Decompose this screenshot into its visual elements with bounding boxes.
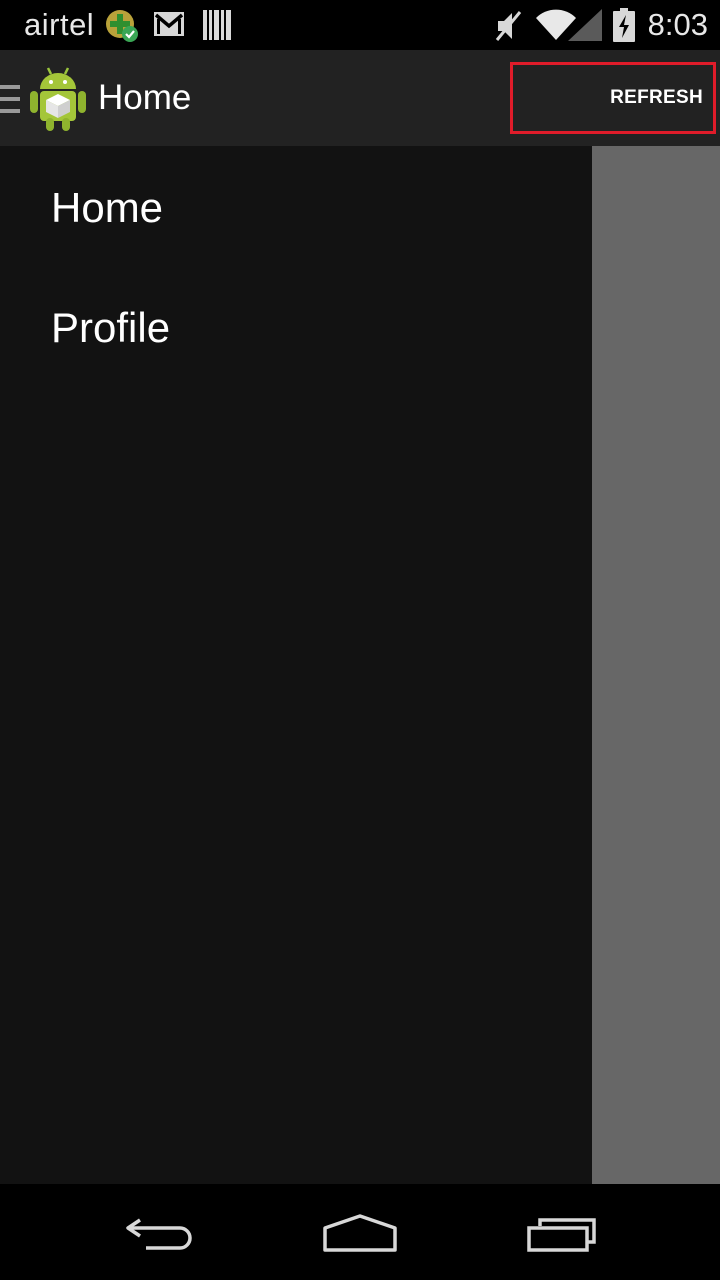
clock: 8:03 bbox=[647, 7, 708, 42]
drawer-item-label: Home bbox=[51, 184, 164, 231]
navigation-drawer: Home Profile bbox=[0, 146, 592, 1184]
refresh-button-label: REFRESH bbox=[610, 87, 703, 108]
screen: airtel 8:03 Home REFRESH Home Profile bbox=[0, 0, 720, 1280]
carrier-badge-icon bbox=[104, 8, 140, 49]
battery-charging-icon bbox=[613, 8, 635, 47]
mute-icon bbox=[494, 9, 524, 48]
recent-apps-icon[interactable] bbox=[526, 1216, 598, 1259]
home-icon[interactable] bbox=[322, 1212, 398, 1259]
drawer-item-profile[interactable]: Profile bbox=[51, 304, 170, 352]
signal-icon bbox=[568, 9, 604, 46]
system-nav-bar bbox=[0, 1184, 720, 1280]
drawer-item-label: Profile bbox=[51, 304, 171, 351]
main-content-scrim[interactable]: Home Profile bbox=[0, 146, 720, 1184]
drawer-toggle-icon[interactable] bbox=[0, 85, 20, 113]
refresh-button[interactable]: REFRESH bbox=[510, 62, 716, 134]
barcode-icon bbox=[203, 10, 231, 45]
android-logo-icon[interactable] bbox=[28, 64, 88, 132]
status-bar: airtel 8:03 bbox=[0, 0, 720, 50]
carrier-name: airtel bbox=[24, 7, 95, 42]
gmail-icon bbox=[153, 11, 185, 42]
action-bar: Home REFRESH bbox=[0, 50, 720, 148]
back-icon[interactable] bbox=[124, 1214, 196, 1259]
drawer-item-home[interactable]: Home bbox=[51, 184, 163, 232]
page-title: Home bbox=[98, 78, 192, 117]
